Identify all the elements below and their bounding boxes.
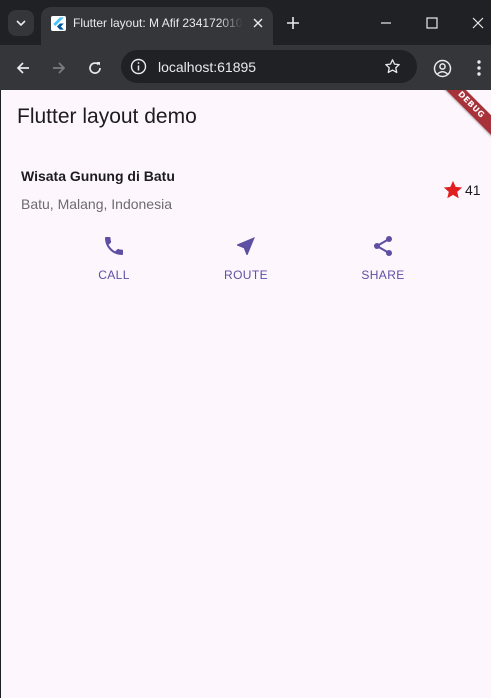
new-tab-button[interactable] bbox=[282, 12, 304, 34]
rating-count: 41 bbox=[465, 182, 481, 198]
star-icon bbox=[443, 180, 463, 199]
bookmark-button[interactable] bbox=[383, 57, 402, 76]
call-label: CALL bbox=[98, 268, 130, 282]
page-viewport: Flutter layout demo DEBUG Wisata Gunung … bbox=[1, 90, 491, 698]
arrow-right-icon bbox=[53, 62, 66, 74]
share-label: SHARE bbox=[361, 268, 405, 282]
browser-tab[interactable]: Flutter layout: M Afif 2341720102 bbox=[41, 7, 273, 45]
maximize-button[interactable] bbox=[421, 12, 443, 34]
chevron-down-icon bbox=[16, 20, 26, 27]
more-vert-icon bbox=[477, 60, 481, 76]
tab-search-button[interactable] bbox=[8, 10, 34, 36]
close-icon bbox=[253, 18, 263, 28]
place-location: Batu, Malang, Indonesia bbox=[21, 196, 172, 212]
info-icon bbox=[130, 58, 147, 75]
phone-icon bbox=[105, 237, 123, 255]
site-info-button[interactable] bbox=[129, 57, 148, 76]
forward-button[interactable] bbox=[46, 55, 72, 81]
app-bar-title: Flutter layout demo bbox=[17, 105, 197, 128]
reload-button[interactable] bbox=[82, 55, 108, 81]
browser-tab-strip: Flutter layout: M Afif 2341720102 bbox=[0, 0, 491, 45]
place-title: Wisata Gunung di Batu bbox=[21, 168, 175, 184]
tab-close-button[interactable] bbox=[249, 14, 267, 32]
url-text[interactable]: localhost:61895 bbox=[158, 59, 256, 75]
debug-banner: DEBUG bbox=[434, 90, 491, 142]
maximize-icon bbox=[426, 17, 438, 29]
share-icon bbox=[374, 236, 392, 256]
address-bar[interactable]: localhost:61895 bbox=[121, 50, 417, 83]
minimize-button[interactable] bbox=[375, 12, 397, 34]
navigation-icon bbox=[237, 237, 255, 255]
share-button[interactable]: SHARE bbox=[343, 234, 423, 284]
browser-toolbar: localhost:61895 bbox=[0, 45, 491, 90]
close-window-button[interactable] bbox=[467, 12, 489, 34]
minimize-icon bbox=[381, 22, 391, 24]
browser-menu-button[interactable] bbox=[466, 55, 491, 81]
tab-title: Flutter layout: M Afif 2341720102 bbox=[73, 16, 243, 30]
flutter-icon bbox=[51, 16, 66, 31]
arrow-left-icon bbox=[16, 62, 29, 74]
plus-icon bbox=[287, 17, 299, 29]
route-label: ROUTE bbox=[224, 268, 268, 282]
profile-button[interactable] bbox=[429, 55, 455, 81]
close-icon bbox=[472, 17, 484, 29]
call-button[interactable]: CALL bbox=[74, 234, 154, 284]
back-button[interactable] bbox=[10, 55, 36, 81]
route-button[interactable]: ROUTE bbox=[206, 234, 286, 284]
profile-icon bbox=[433, 59, 451, 77]
reload-icon bbox=[89, 62, 101, 74]
star-outline-icon bbox=[385, 59, 400, 74]
